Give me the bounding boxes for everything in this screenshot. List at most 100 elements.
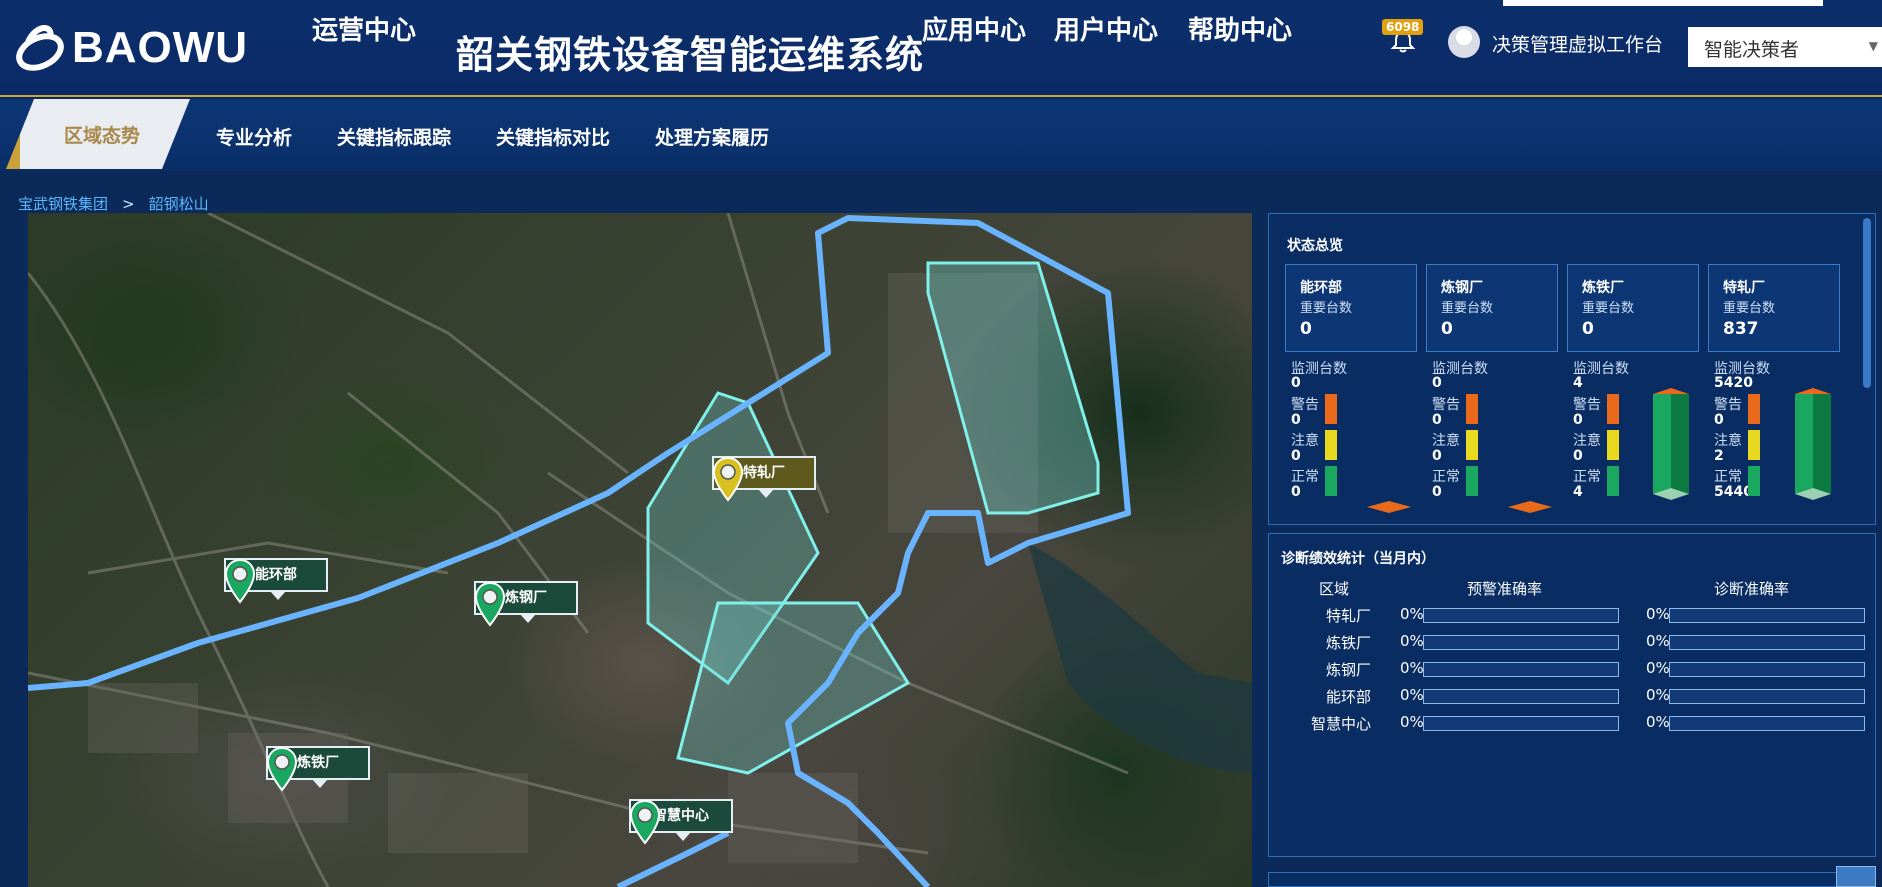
card-value: 837 <box>1723 319 1759 339</box>
stat-warn-value: 0 <box>1432 412 1442 428</box>
logo-text: BAOWU <box>72 23 249 72</box>
nav-operation-center[interactable]: 运营中心 <box>312 10 416 47</box>
avatar[interactable] <box>1448 26 1480 58</box>
card-sub: 重要台数 <box>1723 301 1776 316</box>
sub-navigation: 区域态势 专业分析 关键指标跟踪 关键指标对比 处理方案履历 <box>0 99 1882 171</box>
status-card-energy[interactable]: 能环部 重要台数 0 <box>1285 264 1417 352</box>
stat-caution-label: 注意 <box>1432 433 1460 449</box>
map-overlay <box>28 213 1252 887</box>
diag-rate: 0% <box>1646 659 1670 677</box>
satellite-map[interactable]: 特轧厂 能环部 炼钢厂 炼铁厂 智慧中心 <box>28 213 1252 887</box>
tab-regional-situation-label: 区域态势 <box>64 125 141 147</box>
warn-rate: 0% <box>1400 605 1424 623</box>
diag-rate: 0% <box>1646 605 1670 623</box>
chevron-down-icon: ▼ <box>1868 39 1878 53</box>
marker-energy-dept[interactable]: 能环部 <box>224 558 328 604</box>
card-name: 能环部 <box>1300 280 1342 296</box>
nav-application-center[interactable]: 应用中心 <box>922 10 1026 47</box>
stat-warn-label: 警告 <box>1291 397 1319 413</box>
workspace-label[interactable]: 决策管理虚拟工作台 <box>1492 30 1663 57</box>
tab-regional-situation[interactable]: 区域态势 <box>6 99 190 169</box>
table-row: 炼钢厂 0% 0% <box>1269 659 1875 679</box>
location-pin-icon <box>266 746 298 792</box>
marker-smart-center[interactable]: 智慧中心 <box>629 799 733 845</box>
stat-normal-value: 4 <box>1573 484 1583 500</box>
warn-rate-bar <box>1423 716 1619 731</box>
system-title: 韶关钢铁设备智能运维系统 <box>456 33 925 77</box>
normal-bar <box>1748 466 1760 496</box>
stat-warn-value: 0 <box>1714 412 1724 428</box>
warn-rate-bar <box>1423 608 1619 623</box>
location-pin-icon <box>474 581 506 627</box>
status-card-steelmaking[interactable]: 炼钢厂 重要台数 0 <box>1426 264 1558 352</box>
tab-solution-history[interactable]: 处理方案履历 <box>655 123 769 150</box>
warn-rate-bar <box>1423 662 1619 677</box>
stat-monitor-label: 监测台数 <box>1291 361 1347 377</box>
warn-bar <box>1607 394 1619 424</box>
breadcrumb-group[interactable]: 宝武钢铁集团 <box>18 195 108 213</box>
stat-caution-value: 0 <box>1291 448 1301 464</box>
tab-kpi-comparison[interactable]: 关键指标对比 <box>496 123 610 150</box>
stat-normal-label: 正常 <box>1291 469 1319 485</box>
warn-rate: 0% <box>1400 713 1424 731</box>
nav-user-center[interactable]: 用户中心 <box>1054 10 1158 47</box>
baowu-logo[interactable]: BAOWU <box>14 22 248 74</box>
stat-warn-value: 0 <box>1291 412 1301 428</box>
row-area: 炼铁厂 <box>1325 634 1371 652</box>
table-row: 炼铁厂 0% 0% <box>1269 632 1875 652</box>
stat-normal-value: 0 <box>1291 484 1301 500</box>
performance-title: 诊断绩效统计（当月内） <box>1281 551 1435 567</box>
table-row: 智慧中心 0% 0% <box>1269 713 1875 733</box>
tab-professional-analysis[interactable]: 专业分析 <box>216 123 292 150</box>
status-overview-panel: 状态总览 能环部 重要台数 0 炼钢厂 重要台数 0 炼铁厂 重要台数 0 特轧… <box>1268 213 1876 525</box>
tab-kpi-tracking[interactable]: 关键指标跟踪 <box>337 123 451 150</box>
stat-warn-value: 0 <box>1573 412 1583 428</box>
stat-monitor-value: 5420 <box>1714 375 1753 391</box>
stat-warn-label: 警告 <box>1432 397 1460 413</box>
stat-caution-label: 注意 <box>1573 433 1601 449</box>
caution-bar <box>1607 430 1619 460</box>
status-card-ironmaking[interactable]: 炼铁厂 重要台数 0 <box>1567 264 1699 352</box>
card-value: 0 <box>1582 319 1594 339</box>
panel-scrollbar[interactable] <box>1863 218 1871 388</box>
row-area: 炼钢厂 <box>1325 661 1371 679</box>
marker-special-rolling[interactable]: 特轧厂 <box>712 456 816 502</box>
expand-icon[interactable] <box>1836 866 1876 887</box>
diagnosis-performance-panel: 诊断绩效统计（当月内） 区域 预警准确率 诊断准确率 特轧厂 0% 0% 炼铁厂… <box>1268 533 1876 857</box>
stat-warn-label: 警告 <box>1714 397 1742 413</box>
diag-rate-bar <box>1669 716 1865 731</box>
nav-help-center[interactable]: 帮助中心 <box>1188 10 1292 47</box>
warn-rate-bar <box>1423 635 1619 650</box>
card-name: 炼铁厂 <box>1582 280 1624 296</box>
stat-caution-value: 0 <box>1573 448 1583 464</box>
normal-bar <box>1466 466 1478 496</box>
card-sub: 重要台数 <box>1300 301 1353 316</box>
warn-bar <box>1748 394 1760 424</box>
stat-monitor-value: 0 <box>1432 375 1442 391</box>
breadcrumb-separator: > <box>122 195 135 213</box>
diag-rate-bar <box>1669 608 1865 623</box>
status-card-special-rolling[interactable]: 特轧厂 重要台数 837 <box>1708 264 1840 352</box>
warn-rate-bar <box>1423 689 1619 704</box>
card-value: 0 <box>1441 319 1453 339</box>
diag-rate-bar <box>1669 689 1865 704</box>
diag-rate: 0% <box>1646 686 1670 704</box>
empty-column-icon <box>1508 501 1552 513</box>
normal-bar <box>1325 466 1337 496</box>
warn-rate: 0% <box>1400 686 1424 704</box>
caution-bar <box>1466 430 1478 460</box>
warn-rate: 0% <box>1400 659 1424 677</box>
stat-monitor-label: 监测台数 <box>1714 361 1770 377</box>
top-header: BAOWU 运营中心 韶关钢铁设备智能运维系统 应用中心 用户中心 帮助中心 6… <box>0 0 1882 97</box>
role-select[interactable]: 智能决策者 ▼ <box>1688 27 1882 67</box>
row-area: 能环部 <box>1325 688 1371 706</box>
header-diagnosis-accuracy: 诊断准确率 <box>1714 580 1790 598</box>
lake <box>1028 543 1252 773</box>
marker-steelmaking[interactable]: 炼钢厂 <box>474 581 578 627</box>
table-row: 特轧厂 0% 0% <box>1269 605 1875 625</box>
column-3d-icon <box>1795 388 1831 500</box>
normal-bar <box>1607 466 1619 496</box>
breadcrumb-site[interactable]: 韶钢松山 <box>149 195 209 213</box>
stat-caution-label: 注意 <box>1714 433 1742 449</box>
marker-ironmaking[interactable]: 炼铁厂 <box>266 746 370 792</box>
